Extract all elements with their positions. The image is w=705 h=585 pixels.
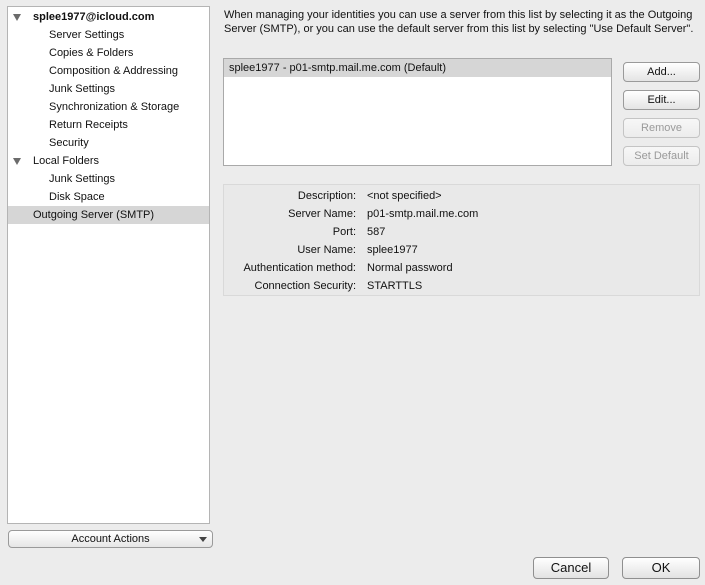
detail-row-server-name: Server Name: p01-smtp.mail.me.com (224, 205, 699, 223)
tree-item-server-settings[interactable]: Server Settings (8, 26, 209, 44)
tree-item-label: Return Receipts (49, 119, 128, 131)
set-default-button[interactable]: Set Default (623, 146, 700, 166)
remove-button[interactable]: Remove (623, 118, 700, 138)
server-details-panel: Description: <not specified> Server Name… (223, 184, 700, 296)
expand-triangle-icon[interactable] (13, 158, 21, 165)
account-actions-dropdown[interactable]: Account Actions (8, 530, 213, 548)
detail-row-auth: Authentication method: Normal password (224, 259, 699, 277)
tree-item-label: Synchronization & Storage (49, 101, 180, 113)
port-label: Port: (332, 226, 356, 238)
port-value: 587 (367, 226, 386, 238)
tree-local-folders-label: Local Folders (33, 155, 100, 167)
tree-item-return-receipts[interactable]: Return Receipts (8, 116, 209, 134)
tree-item-label: Security (49, 137, 89, 149)
tree-item-security[interactable]: Security (8, 134, 209, 152)
add-button[interactable]: Add... (623, 62, 700, 82)
smtp-server-item[interactable]: splee1977 - p01-smtp.mail.me.com (Defaul… (224, 59, 611, 77)
tree-item-label: Disk Space (49, 191, 105, 203)
server-name-value: p01-smtp.mail.me.com (367, 208, 479, 220)
tree-item-label: Composition & Addressing (49, 65, 179, 77)
auth-method-value: Normal password (367, 262, 453, 274)
tree-item-label: Server Settings (49, 29, 125, 41)
intro-text: When managing your identities you can us… (224, 9, 694, 35)
detail-row-user-name: User Name: splee1977 (224, 241, 699, 259)
user-name-label: User Name: (297, 244, 356, 256)
tree-item-label: Junk Settings (49, 83, 116, 95)
tree-account[interactable]: splee1977@icloud.com (8, 8, 209, 26)
tree-item-disk-space[interactable]: Disk Space (8, 188, 209, 206)
user-name-value: splee1977 (367, 244, 418, 256)
ok-button[interactable]: OK (622, 557, 700, 579)
account-tree[interactable]: splee1977@icloud.com Server Settings Cop… (7, 6, 210, 524)
account-actions-label: Account Actions (71, 533, 150, 545)
chevron-down-icon (199, 537, 207, 542)
detail-row-description: Description: <not specified> (224, 187, 699, 205)
tree-item-junk-settings[interactable]: Junk Settings (8, 80, 209, 98)
auth-method-label: Authentication method: (243, 262, 356, 274)
detail-row-port: Port: 587 (224, 223, 699, 241)
tree-local-folders[interactable]: Local Folders (8, 152, 209, 170)
detail-row-security: Connection Security: STARTTLS (224, 277, 699, 295)
tree-item-sync-storage[interactable]: Synchronization & Storage (8, 98, 209, 116)
tree-item-label: Copies & Folders (49, 47, 134, 59)
tree-item-local-junk-settings[interactable]: Junk Settings (8, 170, 209, 188)
tree-item-outgoing-server[interactable]: Outgoing Server (SMTP) (8, 206, 209, 224)
connection-security-value: STARTTLS (367, 280, 423, 292)
tree-account-label: splee1977@icloud.com (33, 11, 155, 23)
tree-item-label: Outgoing Server (SMTP) (33, 209, 155, 221)
cancel-button[interactable]: Cancel (533, 557, 609, 579)
smtp-server-list[interactable]: splee1977 - p01-smtp.mail.me.com (Defaul… (223, 58, 612, 166)
tree-item-copies-folders[interactable]: Copies & Folders (8, 44, 209, 62)
tree-item-label: Junk Settings (49, 173, 116, 185)
connection-security-label: Connection Security: (254, 280, 357, 292)
description-value: <not specified> (367, 190, 442, 202)
tree-item-composition-addressing[interactable]: Composition & Addressing (8, 62, 209, 80)
server-name-label: Server Name: (288, 208, 356, 220)
edit-button[interactable]: Edit... (623, 90, 700, 110)
expand-triangle-icon[interactable] (13, 14, 21, 21)
description-label: Description: (297, 190, 356, 202)
